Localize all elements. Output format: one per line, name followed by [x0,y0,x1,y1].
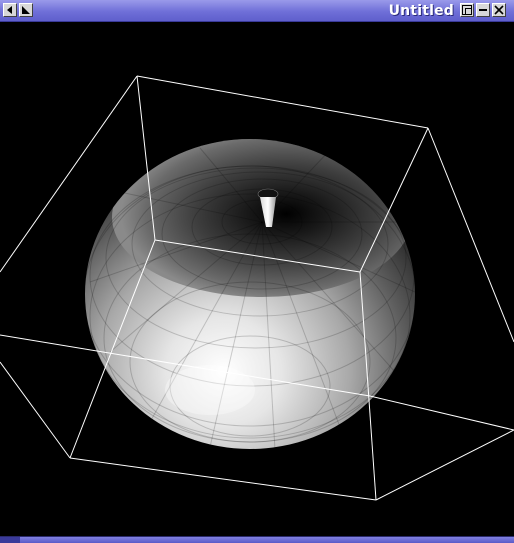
close-icon[interactable] [492,3,506,17]
restore-icon[interactable] [460,3,474,17]
3d-viewport[interactable] [0,22,514,536]
app-window: Untitled [0,0,514,543]
arrow-diagonal-icon[interactable] [19,3,33,17]
window-title: Untitled [388,3,454,19]
resize-handle[interactable] [0,537,20,543]
scene-canvas[interactable] [0,22,514,536]
arrow-left-icon[interactable] [3,3,17,17]
title-bar[interactable]: Untitled [0,0,514,22]
minimize-icon[interactable] [476,3,490,17]
window-bottom-border[interactable] [0,536,514,543]
